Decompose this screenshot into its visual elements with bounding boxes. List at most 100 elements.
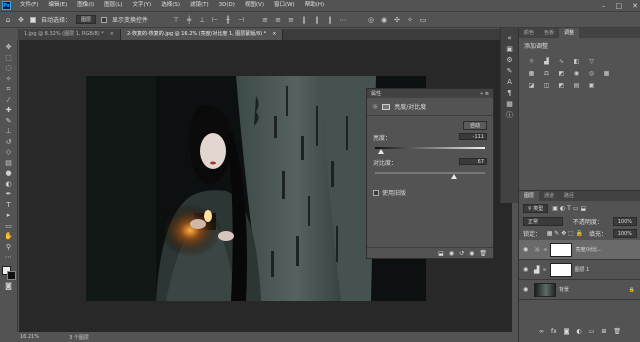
panel-menu-icon[interactable]: » ≡ [480,91,489,97]
layer-thumbnail[interactable] [534,282,556,297]
layer-row[interactable]: ◉ ☼ ∞ 亮度/对比... [519,240,640,260]
eraser-icon[interactable]: ◇ [2,148,16,157]
align-right-icon[interactable]: ⊣ [237,16,245,24]
tab-layers[interactable]: 图层 [519,191,540,201]
menu-type[interactable]: 文字(Y) [128,0,157,11]
layer-mask-thumbnail[interactable] [550,242,573,257]
brush-tool-icon[interactable]: ✎ [2,117,16,126]
auto-align-icon[interactable]: ⋯ [339,16,347,24]
tab-color[interactable]: 颜色 [519,28,539,38]
visibility-icon[interactable]: ◉ [469,250,474,257]
trash-icon[interactable]: 🗑 [479,250,487,257]
menu-select[interactable]: 选择(S) [156,0,185,11]
auto-select-checkbox[interactable] [30,16,36,23]
more-tools-icon[interactable]: ⋯ [2,253,16,262]
layer-filter-icons[interactable]: ▣◐T▭⬓ [552,205,588,212]
exposure-icon[interactable]: ◧ [572,57,581,65]
quick-mask-icon[interactable]: ◙ [2,282,16,291]
align-middle-icon[interactable]: ╪ [185,16,193,24]
character-panel-icon[interactable]: A [506,78,514,86]
menu-window[interactable]: 窗口(W) [269,0,300,11]
shape-tool-icon[interactable]: ▭ [2,222,16,231]
tab-swatches[interactable]: 色板 [539,28,559,38]
layer-row[interactable]: ◉ 背景 🔒 [519,280,640,300]
move-tool-icon[interactable]: ✥ [17,16,25,24]
layer-name[interactable]: 背景 [559,286,569,293]
selective-color-icon[interactable]: ▣ [587,81,596,89]
levels-icon[interactable]: ▟ [542,57,551,65]
tab-document-2[interactable]: 2-恢复的-恢复的.jpg @ 16.2% (亮度/对比度 1, 图层蒙版/8)… [120,29,284,40]
link-layers-icon[interactable]: ∞ [539,328,544,335]
blend-mode-dropdown[interactable]: 正常 [523,217,563,226]
invert-icon[interactable]: ◪ [527,81,536,89]
lasso-tool-icon[interactable]: ◌ [2,64,16,73]
layer-row[interactable]: ◉ ▟ ∞ 图层 1 [519,260,640,280]
eye-icon[interactable]: ◉ [523,286,531,293]
channel-mixer-icon[interactable]: ◎ [587,69,596,77]
distribute-4-icon[interactable]: ‖ [300,16,308,24]
pen-tool-icon[interactable]: ✒ [2,190,16,199]
lock-icons[interactable]: ▦ ✎ ✥ ⬚ 🔒 [547,230,584,237]
clip-to-layer-icon[interactable]: ⬓ [438,250,444,257]
distribute-5-icon[interactable]: ‖ [313,16,321,24]
zoom-level[interactable]: 16.21% [20,334,39,340]
maximize-icon[interactable]: □ [616,2,623,10]
close-icon[interactable]: ✕ [632,2,638,10]
swatch-panel-icon[interactable]: ▦ [506,100,514,108]
add-mask-icon[interactable]: ◙ [564,328,570,335]
layer-mask-thumbnail[interactable] [549,262,572,277]
brightness-input[interactable]: -111 [459,133,487,140]
home-icon[interactable]: ⌂ [4,16,12,24]
menu-filter[interactable]: 滤镜(T) [185,0,214,11]
distribute-3-icon[interactable]: ≡ [287,16,295,24]
info-panel-icon[interactable]: ⓘ [506,111,514,119]
black-white-icon[interactable]: ◩ [557,69,566,77]
menu-image[interactable]: 图像(I) [72,0,99,11]
link-icon[interactable]: ∞ [543,247,547,253]
blur-tool-icon[interactable]: ● [2,169,16,178]
tab-adjustments[interactable]: 调整 [559,28,580,38]
menu-help[interactable]: 帮助(H) [300,0,329,11]
close-icon[interactable]: × [272,29,276,40]
align-left-icon[interactable]: ⊢ [211,16,219,24]
photo-filter-icon[interactable]: ◉ [572,69,581,77]
hand-tool-icon[interactable]: ✋ [2,232,16,241]
hue-saturation-icon[interactable]: ▦ [527,69,536,77]
menu-edit[interactable]: 编辑(E) [43,0,72,11]
align-center-icon[interactable]: ╫ [224,16,232,24]
menu-layer[interactable]: 图层(L) [99,0,127,11]
contrast-slider-thumb[interactable] [451,174,458,179]
menu-file[interactable]: 文件(F) [15,0,43,11]
eyedropper-icon[interactable]: ⁄ [2,96,16,105]
crop-tool-icon[interactable]: ⌗ [2,85,16,94]
curves-icon[interactable]: ∿ [557,57,566,65]
distribute-1-icon[interactable]: ≡ [261,16,269,24]
3d-roll-icon[interactable]: ◉ [380,16,388,24]
auto-button[interactable]: 自动 [462,121,487,130]
contrast-slider[interactable] [375,170,485,180]
vibrance-icon[interactable]: ▽ [587,57,596,65]
legacy-checkbox[interactable] [373,189,379,196]
3d-rotate-icon[interactable]: ◎ [367,16,375,24]
tab-document-1[interactable]: 1.jpg @ 8.32% (图层 1, RGB/8) * × [18,29,121,40]
reset-icon[interactable]: ↺ [459,250,464,257]
distribute-6-icon[interactable]: ‖ [326,16,334,24]
new-layer-icon[interactable]: ⊞ [601,328,606,335]
posterize-icon[interactable]: ◫ [542,81,551,89]
align-top-icon[interactable]: ⊤ [172,16,180,24]
3d-drag-icon[interactable]: ✣ [393,16,401,24]
brush-panel-icon[interactable]: ✎ [506,67,514,75]
opacity-input[interactable]: 100% [612,217,637,226]
3d-scale-icon[interactable]: ▭ [419,16,427,24]
history-brush-icon[interactable]: ↺ [2,138,16,147]
brightness-slider-thumb[interactable] [377,149,384,154]
auto-select-dropdown[interactable]: 图层 [76,15,97,24]
path-select-icon[interactable]: ▸ [2,211,16,220]
gradient-tool-icon[interactable]: ▤ [2,159,16,168]
3d-slide-icon[interactable]: ✧ [406,16,414,24]
history-panel-icon[interactable]: ▣ [506,45,514,53]
marquee-tool-icon[interactable]: ⬚ [2,54,16,63]
minimize-icon[interactable]: – [602,2,606,10]
fill-input[interactable]: 100% [612,229,637,238]
tab-paths[interactable]: 路径 [559,191,579,201]
